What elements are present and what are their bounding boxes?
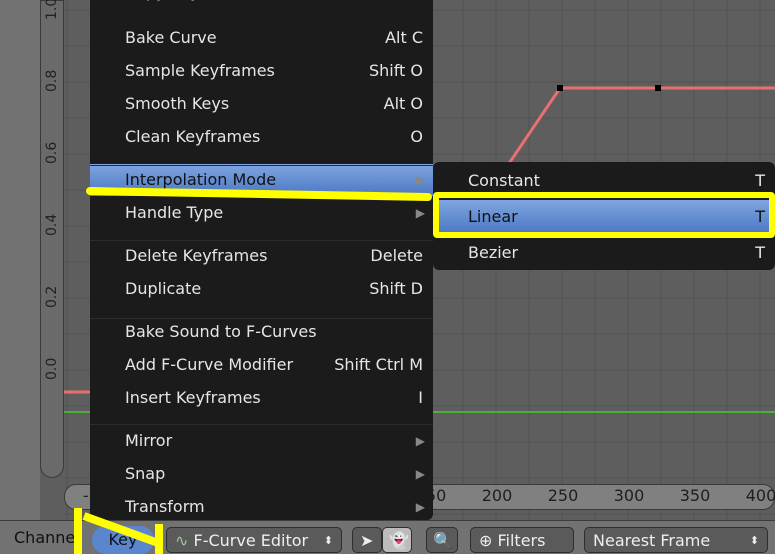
x-tick-label: 400 — [745, 486, 775, 505]
menu-item-label: Snap — [125, 464, 166, 483]
menu-item-label: Add F-Curve Modifier — [125, 355, 294, 374]
menu-item[interactable]: Bake Sound to F-Curves — [90, 316, 433, 348]
key-menu: Copy Keyframes Ctrl C Bake Curve Alt C Sampl… — [90, 0, 433, 520]
menu-item[interactable]: Snap ▶ — [90, 458, 433, 490]
menu-separator — [90, 424, 433, 425]
menu-separator — [90, 240, 433, 241]
shortcut: Delete — [370, 246, 423, 265]
shortcut: Ctrl C — [378, 0, 423, 8]
menu-item-label: Transform — [125, 497, 205, 516]
keyframe-point — [557, 85, 563, 91]
y-tick-label: 0.8 — [44, 69, 60, 92]
x-tick-label: 350 — [679, 486, 711, 505]
menu-item-label: Duplicate — [125, 279, 202, 298]
submenu-arrow-icon: ▶ — [415, 206, 425, 220]
menu-separator — [90, 318, 433, 319]
plus-circle-icon: ⊕ — [479, 531, 493, 550]
fcurve-icon: ∿ — [175, 531, 189, 550]
submenu-arrow-icon: ▶ — [415, 434, 425, 448]
menu-item[interactable]: Duplicate Shift D — [90, 273, 433, 305]
menu-item-label: Interpolation Mode — [125, 170, 277, 189]
y-tick-label: 0.4 — [44, 213, 60, 236]
shortcut: Shift D — [369, 279, 423, 298]
shortcut: I — [418, 388, 423, 407]
shortcut: Shift Ctrl M — [334, 355, 423, 374]
mode-selector[interactable]: ∿ F-Curve Editor ⬍ — [166, 527, 342, 553]
menu-item[interactable]: Insert Keyframes I — [90, 382, 433, 414]
ghost-icon: 👻 — [389, 531, 409, 550]
y-tick-label: 1.0 — [44, 0, 60, 20]
menu-item[interactable]: Transform ▶ — [90, 491, 433, 523]
annotation-stroke — [155, 524, 163, 554]
search-filter-button[interactable]: 🔍 — [426, 527, 458, 553]
submenu-arrow-icon: ▶ — [415, 173, 425, 187]
y-tick-label: 0.0 — [44, 357, 60, 380]
x-tick-label: 200 — [481, 486, 513, 505]
y-tick-label: 0.6 — [44, 141, 60, 164]
only-selected-toggle[interactable]: ➤ — [352, 527, 382, 553]
magnifier-icon: 🔍 — [433, 531, 453, 550]
y-tick-label: 0.2 — [44, 285, 60, 308]
x-tick-label: 300 — [613, 486, 645, 505]
shortcut: Shift O — [368, 61, 423, 80]
submenu-arrow-icon: ▶ — [415, 500, 425, 514]
show-hidden-toggle[interactable]: 👻 — [382, 527, 412, 553]
annotation-stroke — [74, 508, 82, 554]
menu-item-label: Smooth Keys — [125, 94, 230, 113]
menu-item-label: Clean Keyframes — [125, 127, 261, 146]
menu-item-label: Delete Keyframes — [125, 246, 268, 265]
shortcut: O — [410, 127, 423, 146]
menu-item[interactable]: Sample Keyframes Shift O — [90, 55, 433, 87]
menu-item[interactable]: Handle Type ▶ — [90, 197, 433, 229]
menu-item[interactable]: Bake Curve Alt C — [90, 22, 433, 54]
x-tick-label: 250 — [547, 486, 579, 505]
menu-item-label: Constant — [468, 171, 540, 190]
menu-item[interactable]: Mirror ▶ — [90, 425, 433, 457]
menu-item[interactable]: Copy Keyframes Ctrl C — [90, 0, 433, 8]
annotation-box — [433, 192, 775, 238]
menu-item-label: Bake Curve — [125, 28, 217, 47]
menu-item-label: Bezier — [468, 243, 519, 262]
cursor-arrow-icon: ➤ — [360, 531, 374, 550]
menu-item[interactable]: Add F-Curve Modifier Shift Ctrl M — [90, 349, 433, 381]
submenu-item-bezier[interactable]: Bezier T — [433, 236, 775, 270]
shortcut: Alt C — [385, 28, 423, 47]
menu-item[interactable]: Clean Keyframes O — [90, 121, 433, 153]
menu-item-label: Insert Keyframes — [125, 388, 261, 407]
filters-button[interactable]: ⊕ Filters — [470, 527, 574, 553]
shortcut: Alt O — [383, 94, 423, 113]
keyframe-point — [655, 85, 661, 91]
submenu-arrow-icon: ▶ — [415, 467, 425, 481]
menu-separator — [90, 165, 433, 166]
menu-item-label: Copy Keyframes — [125, 0, 255, 1]
shortcut: T — [755, 243, 765, 262]
menu-item[interactable]: Delete Keyframes Delete — [90, 240, 433, 272]
menu-item[interactable]: Smooth Keys Alt O — [90, 88, 433, 120]
channel-menu[interactable]: Channel — [14, 528, 80, 547]
menu-item-label: Mirror — [125, 431, 173, 450]
menu-item-label: Handle Type — [125, 203, 224, 222]
auto-snap-selector[interactable]: Nearest Frame ⬍ — [584, 527, 768, 553]
updown-icon: ⬍ — [749, 534, 759, 547]
channel-region — [0, 0, 40, 520]
updown-icon: ⬍ — [323, 534, 333, 547]
menu-item-label: Sample Keyframes — [125, 61, 275, 80]
menu-item-label: Bake Sound to F-Curves — [125, 322, 317, 341]
